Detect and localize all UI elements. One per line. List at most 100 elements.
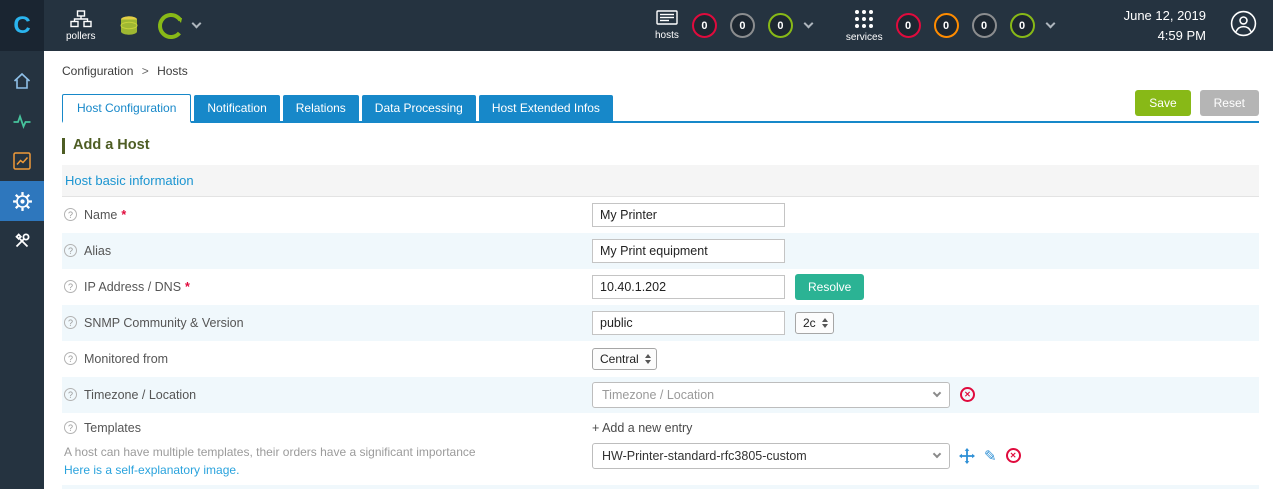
chevron-down-icon (932, 450, 942, 459)
services-status-group: services 0 0 0 0 (846, 9, 1056, 43)
pollers-menu[interactable]: pollers (66, 9, 96, 42)
templates-help-link[interactable]: Here is a self-explanatory image. (64, 463, 239, 477)
hosts-down-badge[interactable]: 0 (691, 13, 717, 38)
help-icon[interactable] (64, 316, 77, 330)
templates-label: Templates (84, 420, 141, 435)
required-asterisk: * (185, 279, 190, 294)
ip-input[interactable] (592, 274, 785, 299)
services-menu[interactable]: services (846, 9, 883, 43)
sidebar-item-configuration[interactable] (0, 181, 44, 221)
breadcrumb-separator: > (141, 64, 149, 78)
help-icon[interactable] (64, 208, 77, 222)
centreon-logo[interactable]: C (0, 0, 44, 51)
ip-label: IP Address / DNS (84, 279, 182, 294)
select-arrows-icon (644, 353, 651, 364)
clear-timezone-icon[interactable] (960, 387, 975, 403)
form-row-ip: IP Address / DNS * Resolve (62, 269, 1259, 305)
breadcrumb: Configuration > Hosts (62, 64, 1259, 78)
select-arrows-icon (821, 317, 828, 328)
snmp-community-input[interactable] (592, 310, 785, 335)
move-template-icon[interactable] (959, 447, 975, 464)
database-icon[interactable] (119, 15, 139, 37)
form-row-create-services: Create Services linked to the Template t… (62, 484, 1259, 489)
heartbeat-icon (13, 113, 31, 129)
current-time: 4:59 PM (1157, 27, 1206, 43)
hosts-unreachable-badge[interactable]: 0 (729, 13, 755, 38)
timezone-label: Timezone / Location (84, 387, 197, 402)
form-row-alias: Alias (62, 232, 1259, 269)
edit-template-icon[interactable]: ✎ (984, 447, 997, 465)
current-date: June 12, 2019 (1123, 8, 1206, 23)
snmp-version-select[interactable]: 2c (795, 311, 834, 334)
reset-button[interactable]: Reset (1199, 90, 1259, 116)
services-unknown-badge[interactable]: 0 (971, 13, 997, 38)
chevron-down-icon[interactable] (803, 18, 814, 29)
snmp-label: SNMP Community & Version (84, 315, 244, 330)
form-row-templates: Templates A host can have multiple templ… (62, 413, 1259, 485)
home-icon (13, 72, 31, 89)
services-label: services (845, 31, 883, 43)
section-header: Host basic information (62, 164, 1259, 197)
resolve-button[interactable]: Resolve (795, 273, 865, 300)
hosts-status-group: hosts 0 0 0 (655, 10, 814, 41)
services-warning-badge[interactable]: 0 (933, 13, 959, 38)
chart-icon (13, 152, 31, 170)
templates-help-text: A host can have multiple templates, thei… (64, 444, 476, 459)
chevron-down-icon[interactable] (1045, 18, 1056, 29)
breadcrumb-hosts[interactable]: Hosts (157, 64, 188, 78)
services-icon (855, 9, 874, 28)
monitored-from-select[interactable]: Central (592, 347, 657, 370)
hosts-label: hosts (655, 30, 679, 41)
help-icon[interactable] (64, 244, 77, 258)
form-row-snmp: SNMP Community & Version 2c (62, 304, 1259, 341)
sidebar-item-monitoring[interactable] (0, 101, 44, 141)
tab-relations[interactable]: Relations (282, 95, 359, 121)
pollers-label: pollers (66, 30, 96, 42)
tab-data-processing[interactable]: Data Processing (361, 95, 476, 121)
services-ok-badge[interactable]: 0 (1009, 13, 1035, 38)
chevron-down-icon (932, 389, 942, 398)
breadcrumb-configuration[interactable]: Configuration (62, 64, 133, 78)
help-icon[interactable] (64, 280, 77, 294)
form-row-timezone: Timezone / Location Timezone / Location (62, 376, 1259, 413)
add-template-entry-link[interactable]: + Add a new entry (592, 421, 692, 435)
template-select[interactable]: HW-Printer-standard-rfc3805-custom (592, 442, 950, 469)
sidebar (0, 51, 44, 489)
help-icon[interactable] (64, 421, 77, 435)
tools-icon (15, 233, 30, 248)
sidebar-item-administration[interactable] (0, 221, 44, 261)
tab-notification[interactable]: Notification (194, 95, 280, 121)
timezone-select[interactable]: Timezone / Location (592, 381, 950, 408)
user-profile-icon[interactable] (1230, 10, 1257, 42)
chevron-down-icon[interactable] (192, 18, 202, 29)
update-status-icon[interactable] (157, 12, 185, 40)
hosts-up-badge[interactable]: 0 (767, 13, 793, 38)
delete-template-icon[interactable] (1005, 448, 1021, 464)
name-input[interactable] (592, 202, 785, 227)
tab-bar: Host Configuration Notification Relation… (62, 90, 1259, 123)
pollers-icon (70, 9, 92, 27)
monitored-from-label: Monitored from (84, 351, 169, 366)
save-button[interactable]: Save (1135, 90, 1191, 116)
gear-icon (12, 191, 32, 211)
hosts-menu[interactable]: hosts (655, 10, 679, 41)
hosts-icon (656, 10, 678, 25)
alias-label: Alias (84, 243, 112, 258)
alias-input[interactable] (592, 238, 785, 263)
required-asterisk: * (121, 207, 127, 222)
help-icon[interactable] (64, 388, 77, 402)
page-title: Add a Host (62, 137, 1259, 154)
form-row-name: Name * (62, 197, 1259, 233)
centreon-logo-icon: C (13, 11, 31, 39)
sidebar-item-reporting[interactable] (0, 141, 44, 181)
main-content: Configuration > Hosts Host Configuration… (44, 51, 1273, 489)
topbar: C pollers hosts 0 0 0 services 0 0 0 0 J… (0, 0, 1273, 51)
form-row-monitored-from: Monitored from Central (62, 341, 1259, 377)
help-icon[interactable] (64, 352, 77, 366)
sidebar-item-home[interactable] (0, 61, 44, 101)
name-label: Name (84, 207, 118, 222)
services-critical-badge[interactable]: 0 (895, 13, 921, 38)
tab-host-extended-infos[interactable]: Host Extended Infos (478, 95, 613, 121)
tab-host-configuration[interactable]: Host Configuration (62, 94, 192, 123)
centreon-app: C pollers hosts 0 0 0 services 0 0 0 0 J… (0, 0, 1273, 489)
